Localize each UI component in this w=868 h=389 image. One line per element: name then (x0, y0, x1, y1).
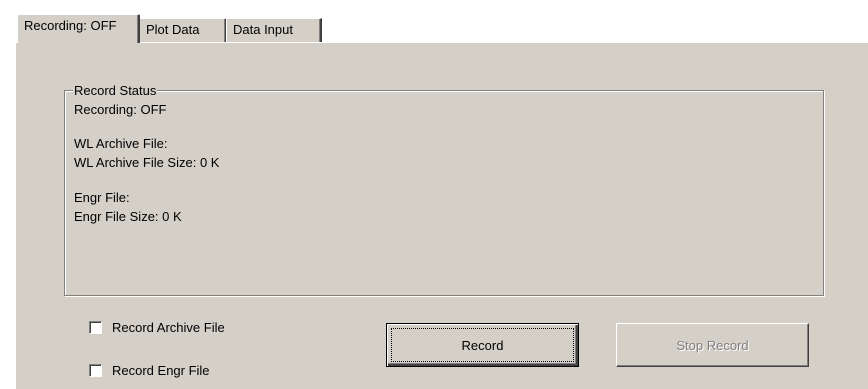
record-engr-file-label: Record Engr File (112, 362, 210, 378)
tab-plot-data-label: Plot Data (146, 22, 200, 37)
tab-recording[interactable]: Recording: OFF (17, 14, 140, 43)
record-archive-file-checkbox[interactable] (89, 320, 102, 334)
tab-plot-data[interactable]: Plot Data (139, 18, 227, 42)
tab-panel: Record Status Recording: OFF WL Archive … (15, 42, 868, 389)
stop-record-button-label: Stop Record (676, 337, 749, 353)
wl-archive-file-text: WL Archive File: (74, 136, 168, 151)
record-status-group: Record Status Recording: OFF WL Archive … (64, 83, 824, 296)
tab-recording-label: Recording: OFF (24, 18, 117, 33)
record-button-focus-rect (391, 328, 574, 362)
stop-record-button[interactable]: Stop Record (616, 323, 809, 367)
record-engr-file-checkbox[interactable] (89, 363, 102, 377)
record-archive-file-option[interactable]: Record Archive File (89, 319, 225, 335)
record-status-title: Record Status (73, 83, 158, 98)
record-button[interactable]: Record (386, 323, 579, 367)
tab-data-input[interactable]: Data Input (226, 18, 322, 42)
recording-status-text: Recording: OFF (74, 102, 167, 117)
engr-file-text: Engr File: (74, 190, 130, 205)
wl-archive-file-size-text: WL Archive File Size: 0 K (74, 155, 220, 170)
recording-window: Recording: OFF Plot Data Data Input Reco… (0, 0, 868, 389)
tab-data-input-label: Data Input (233, 22, 293, 37)
record-archive-file-label: Record Archive File (112, 319, 225, 335)
record-engr-file-option[interactable]: Record Engr File (89, 362, 210, 378)
engr-file-size-text: Engr File Size: 0 K (74, 209, 182, 224)
